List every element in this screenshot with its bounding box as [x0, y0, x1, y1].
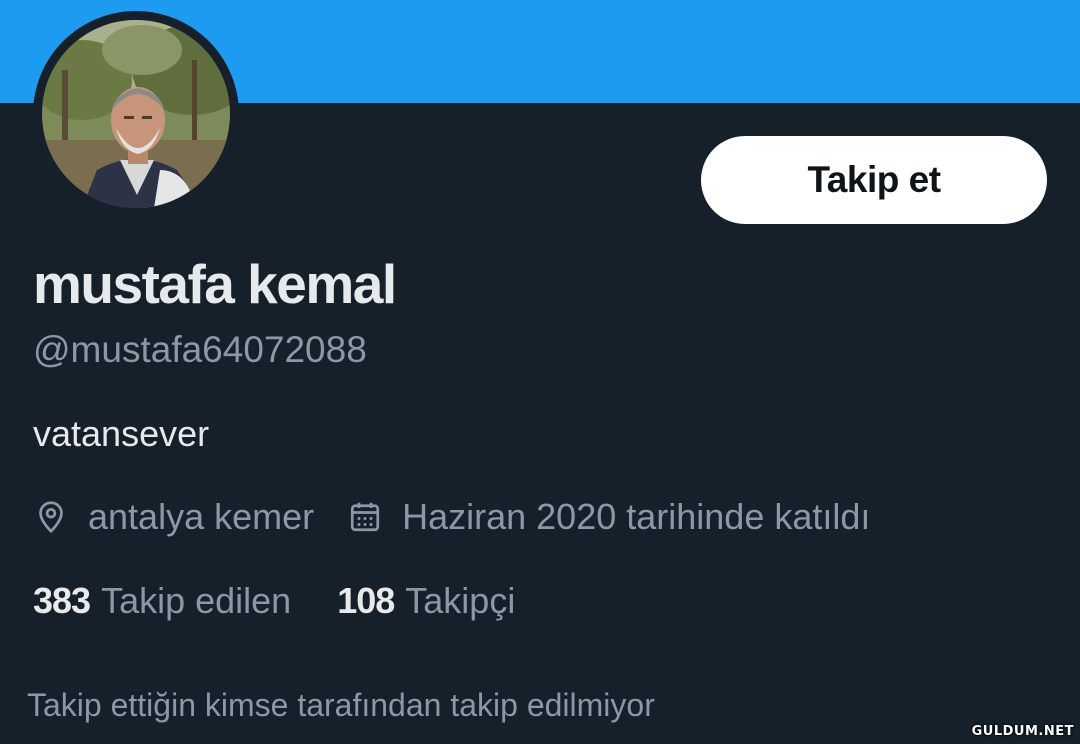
avatar-container[interactable] — [33, 11, 239, 217]
following-count: 383 — [33, 580, 91, 621]
profile-meta: antalya kemer Haziran 2020 tarihinde kat… — [33, 494, 870, 540]
avatar-photo — [42, 20, 230, 208]
followers-count: 108 — [337, 580, 395, 621]
mutual-followers-note: Takip ettiğin kimse tarafından takip edi… — [27, 687, 655, 723]
location-pin-icon — [33, 499, 69, 535]
join-date: Haziran 2020 tarihinde katıldı — [347, 496, 870, 538]
watermark: GULDUM.NET — [971, 724, 1074, 739]
bio-text: vatansever — [33, 413, 210, 454]
join-date-text: Haziran 2020 tarihinde katıldı — [402, 496, 871, 537]
following-label: Takip edilen — [101, 580, 292, 621]
follow-stats: 383 Takip edilen 108 Takipçi — [33, 578, 515, 624]
avatar[interactable] — [42, 20, 230, 208]
location: antalya kemer — [33, 496, 314, 538]
followers-link[interactable]: 108 Takipçi — [337, 580, 515, 622]
calendar-icon — [347, 499, 383, 535]
following-link[interactable]: 383 Takip edilen — [33, 580, 291, 622]
follow-button[interactable]: Takip et — [701, 136, 1047, 224]
username-handle: @mustafa64072088 — [33, 329, 367, 370]
followers-label: Takipçi — [405, 580, 516, 621]
location-text: antalya kemer — [88, 496, 315, 537]
display-name: mustafa kemal — [33, 253, 397, 315]
